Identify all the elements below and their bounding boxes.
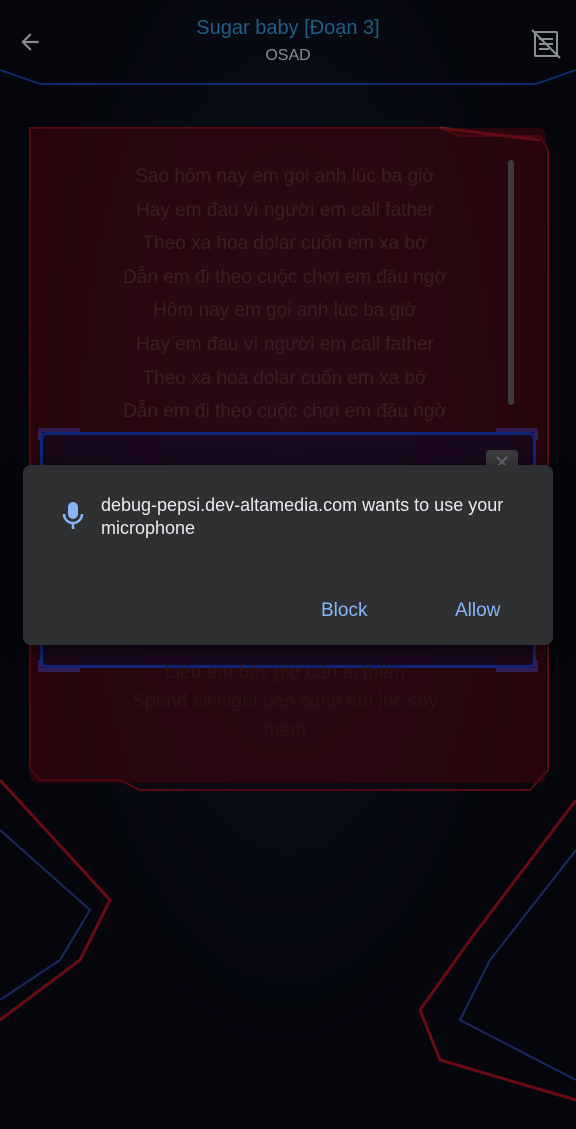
lyrics-list: Sao hôm nay em gọi anh lúc ba giờ Hay em… [30,160,540,429]
lyrics-off-icon [531,29,561,59]
lyric-line: Hay em đau vì người em call father [136,199,434,221]
lyric-line: Liệu em bây giờ cần ai thêm [165,662,405,683]
back-button[interactable] [12,24,48,60]
lyrics-scrollbar[interactable] [508,160,514,405]
lyric-line: Theo xa hoa dolar cuốn em xa bờ [142,367,428,389]
lyric-line: Hôm nay em gọi anh lúc ba giờ [153,300,417,322]
lyric-line: Hay em đau vì người em call father [136,333,434,355]
lyrics-list-lower: Liệu em bây giờ cần ai thêm Spend all ni… [60,658,510,745]
karaoke-screen: Sugar baby [Đoạn 3] OSAD Sao hôm nay em … [0,0,576,1129]
lyric-line: Spend all night bên cạnh em lúc say [132,691,438,712]
song-title: Sugar baby [Đoạn 3] [196,17,380,39]
lyric-line: mèm [263,720,307,741]
lyric-line: Dẫn em đi theo cuộc chơi em đâu ngờ [123,266,447,288]
lyric-line: Sao hôm nay em gọi anh lúc ba giờ [135,166,435,187]
artist-name: OSAD [265,47,311,64]
top-bar: Sugar baby [Đoạn 3] OSAD [0,0,576,84]
lyrics-toggle-button[interactable] [526,24,566,64]
block-button[interactable]: Block [313,595,375,627]
lyric-line: Dẫn em đi theo cuộc chơi em đâu ngờ [123,401,447,423]
lyric-line: Theo xa hoa dolar cuốn em xa bờ [142,233,428,255]
microphone-icon [62,502,84,529]
arrow-left-icon [21,33,39,51]
permission-dialog: debug-pepsi.dev-altamedia.com wants to u… [23,465,553,645]
allow-button[interactable]: Allow [447,595,508,627]
permission-message: debug-pepsi.dev-altamedia.com wants to u… [101,495,504,538]
